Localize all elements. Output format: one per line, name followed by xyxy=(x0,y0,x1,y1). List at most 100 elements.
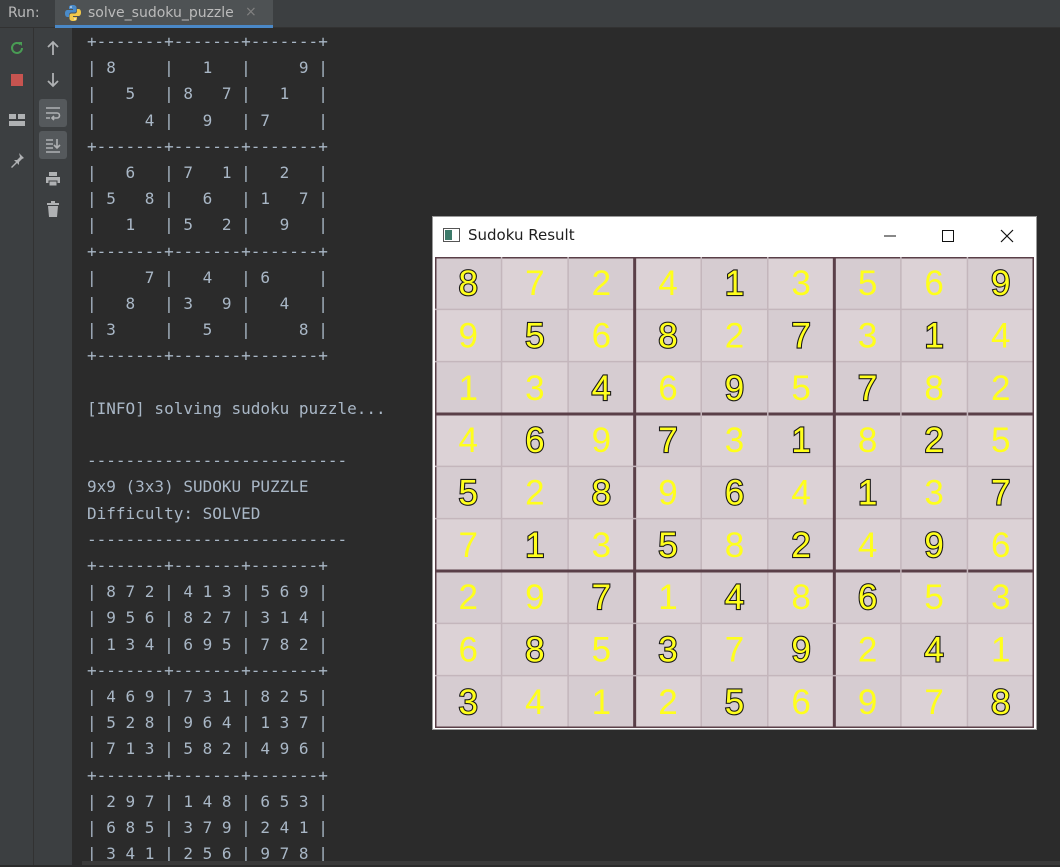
console-line: | 4 | 9 | 7 | xyxy=(87,110,328,130)
given-digit: 9 xyxy=(924,526,943,565)
given-digit: 6 xyxy=(725,474,744,513)
minimize-button[interactable] xyxy=(861,217,919,255)
layout-button[interactable] xyxy=(3,106,31,134)
given-digit: 7 xyxy=(658,421,677,460)
solved-digit: 4 xyxy=(525,683,544,722)
console-line: 9x9 (3x3) SUDOKU PUZZLE xyxy=(87,477,309,497)
maximize-button[interactable] xyxy=(919,217,977,255)
given-digit: 5 xyxy=(459,474,478,513)
console-line: | 8 7 2 | 4 1 3 | 5 6 9 | xyxy=(87,582,328,602)
console-line: | 7 | 4 | 6 | xyxy=(87,267,328,287)
given-digit: 4 xyxy=(725,578,744,617)
console-line: | 9 5 6 | 8 2 7 | 3 1 4 | xyxy=(87,608,328,628)
scroll-to-end-button[interactable] xyxy=(39,131,67,159)
given-digit: 8 xyxy=(658,317,677,356)
solved-digit: 6 xyxy=(592,317,611,356)
solved-digit: 3 xyxy=(924,474,943,513)
given-digit: 1 xyxy=(924,317,943,356)
given-digit: 9 xyxy=(725,369,744,408)
given-digit: 4 xyxy=(924,631,943,670)
solved-digit: 8 xyxy=(725,526,744,565)
solved-digit: 1 xyxy=(459,369,478,408)
given-digit: 1 xyxy=(725,264,744,303)
solved-digit: 1 xyxy=(658,578,677,617)
solved-digit: 9 xyxy=(525,578,544,617)
run-label: Run: xyxy=(8,5,40,21)
solved-digit: 7 xyxy=(924,683,943,722)
solved-digit: 6 xyxy=(459,631,478,670)
given-digit: 2 xyxy=(791,526,810,565)
solved-digit: 9 xyxy=(858,683,877,722)
scroll-up-icon xyxy=(47,40,59,55)
given-digit: 8 xyxy=(459,264,478,303)
solved-digit: 2 xyxy=(991,369,1010,408)
given-digit: 7 xyxy=(791,317,810,356)
solved-digit: 6 xyxy=(924,264,943,303)
solved-digit: 5 xyxy=(791,369,810,408)
solved-digit: 4 xyxy=(791,474,810,513)
run-tool-window-header: Run: solve_sudoku_puzzle × xyxy=(0,0,1060,28)
console-line: | 1 | 5 2 | 9 | xyxy=(87,215,328,235)
sudoku-result-window: Sudoku Result 8 7 2 4 1 3 5 6 9 9 5 6 8 2 7 3 1 4 1 3 4 6 9 5 7 8… xyxy=(432,216,1037,730)
console-line: +-------+-------+-------+ xyxy=(87,556,328,575)
horizontal-scrollbar[interactable] xyxy=(82,861,1060,865)
console-line: | 2 9 7 | 1 4 8 | 6 5 3 | xyxy=(87,791,328,811)
python-icon xyxy=(65,5,81,21)
solved-digit: 5 xyxy=(924,578,943,617)
close-tab-icon[interactable]: × xyxy=(245,4,257,20)
console-line: | 5 8 | 6 | 1 7 | xyxy=(87,189,328,209)
stop-icon xyxy=(11,74,23,86)
given-digit: 1 xyxy=(525,526,544,565)
solved-digit: 2 xyxy=(658,683,677,722)
console-line: +-------+-------+-------+ xyxy=(87,346,328,366)
scroll-down-button[interactable] xyxy=(39,66,67,94)
pin-button[interactable] xyxy=(3,146,31,174)
solved-digit: 3 xyxy=(592,526,611,565)
given-digit: 3 xyxy=(658,631,677,670)
given-digit: 8 xyxy=(525,631,544,670)
console-line: | 5 2 8 | 9 6 4 | 1 3 7 | xyxy=(87,713,328,733)
solved-digit: 9 xyxy=(459,317,478,356)
layout-icon xyxy=(9,114,25,126)
solved-digit: 9 xyxy=(592,421,611,460)
console-line: | 1 3 4 | 6 9 5 | 7 8 2 | xyxy=(87,634,328,654)
console-line: | 8 | 3 9 | 4 | xyxy=(87,294,328,313)
solved-digit: 8 xyxy=(924,369,943,408)
console-line: [INFO] solving sudoku puzzle... xyxy=(87,398,386,418)
console-line: +-------+-------+-------+ xyxy=(87,32,328,51)
close-button[interactable] xyxy=(978,217,1036,255)
given-digit: 7 xyxy=(592,578,611,617)
print-icon xyxy=(46,172,60,187)
trash-icon xyxy=(47,201,59,217)
given-digit: 6 xyxy=(858,578,877,617)
maximize-icon xyxy=(942,230,954,242)
solved-digit: 7 xyxy=(459,526,478,565)
run-tab[interactable]: solve_sudoku_puzzle × xyxy=(55,0,273,28)
print-button[interactable] xyxy=(39,165,67,193)
console-line: | 6 8 5 | 3 7 9 | 2 4 1 | xyxy=(87,818,328,837)
solved-digit: 2 xyxy=(592,264,611,303)
solved-digit: 7 xyxy=(725,631,744,670)
rerun-button[interactable] xyxy=(3,34,31,62)
soft-wrap-button[interactable] xyxy=(39,99,67,127)
given-digit: 3 xyxy=(459,683,478,722)
sudoku-board-image: 8 7 2 4 1 3 5 6 9 9 5 6 8 2 7 3 1 4 1 3 4 6 9 5 7 8 2 4 6 9 7 3 1 8 2 5 5 2 8 9… xyxy=(435,257,1034,728)
stop-button[interactable] xyxy=(3,66,31,94)
given-digit: 6 xyxy=(525,421,544,460)
console-line: +-------+-------+-------+ xyxy=(87,765,328,785)
clear-all-button[interactable] xyxy=(39,195,67,223)
solved-digit: 9 xyxy=(658,474,677,513)
rerun-icon xyxy=(11,41,23,54)
given-digit: 4 xyxy=(592,369,611,408)
console-line: --------------------------- xyxy=(87,529,348,549)
pin-icon xyxy=(11,153,24,168)
scroll-up-button[interactable] xyxy=(39,34,67,62)
given-digit: 8 xyxy=(991,683,1010,722)
given-digit: 8 xyxy=(592,474,611,513)
console-line: +-------+-------+-------+ xyxy=(87,136,328,156)
solved-digit: 2 xyxy=(858,631,877,670)
solved-digit: 4 xyxy=(658,264,677,303)
close-icon xyxy=(1000,229,1014,243)
window-titlebar[interactable]: Sudoku Result xyxy=(433,217,1036,255)
solved-digit: 7 xyxy=(525,264,544,303)
